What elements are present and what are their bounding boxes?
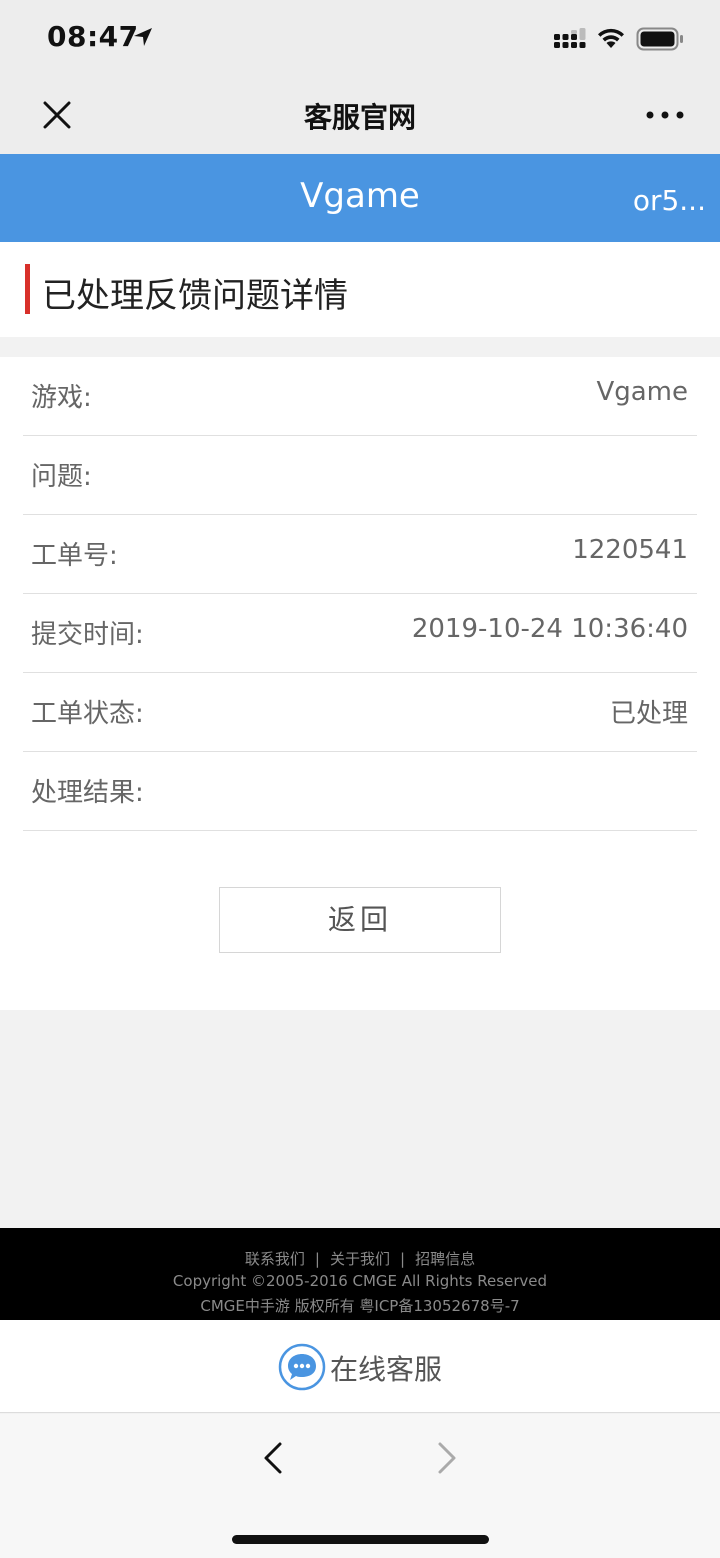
title-accent-bar (25, 264, 30, 314)
detail-row-ticket-status: 工单状态: 已处理 (23, 673, 697, 752)
cellular-signal-icon (554, 28, 586, 48)
header-user-id[interactable]: or5... (633, 184, 706, 217)
footer-link-jobs[interactable]: 招聘信息 (415, 1250, 475, 1268)
status-time: 08:47 (47, 20, 139, 53)
detail-value: 1220541 (572, 535, 688, 565)
footer-links: 联系我们 | 关于我们 | 招聘信息 (0, 1248, 720, 1269)
section-title-bar: 已处理反馈问题详情 (0, 242, 720, 337)
chevron-right-icon[interactable] (430, 1438, 462, 1478)
section-title: 已处理反馈问题详情 (42, 276, 348, 316)
wechat-page-title: 客服官网 (303, 101, 416, 134)
footer-separator: | (314, 1250, 320, 1268)
detail-row-issue: 问题: (23, 436, 697, 515)
wifi-icon (598, 28, 624, 48)
detail-row-game: 游戏: Vgame (23, 357, 697, 436)
footer: 联系我们 | 关于我们 | 招聘信息 Copyright ©2005-2016 CMGE… (0, 1228, 720, 1320)
detail-label: 处理结果: (31, 778, 144, 808)
wechat-nav-bar: 客服官网 (0, 78, 720, 154)
more-icon[interactable] (642, 100, 688, 130)
location-arrow-icon (134, 28, 152, 46)
footer-link-contact[interactable]: 联系我们 (245, 1250, 305, 1268)
browser-toolbar (0, 1414, 720, 1558)
status-bar: 08:47 (0, 0, 720, 78)
footer-separator: | (400, 1250, 406, 1268)
header-title: Vgame (300, 176, 420, 216)
detail-label: 游戏: (31, 383, 92, 413)
detail-row-result: 处理结果: (23, 752, 697, 831)
footer-copyright: Copyright ©2005-2016 CMGE All Rights Res… (172, 1272, 548, 1290)
page-header: Vgame or5... (0, 154, 720, 242)
online-service-label: 在线客服 (330, 1353, 443, 1386)
footer-icp: CMGE中手游 版权所有 粤ICP备13052678号-7 (200, 1297, 520, 1315)
detail-value: 已处理 (609, 699, 688, 729)
detail-label: 工单状态: (31, 699, 144, 729)
home-indicator (232, 1535, 489, 1544)
chat-bubble-icon (278, 1343, 326, 1391)
detail-label: 问题: (31, 462, 92, 492)
detail-panel: 游戏: Vgame 问题: 工单号: 1220541 提交时间: 2019-10… (0, 357, 720, 1010)
detail-label: 提交时间: (31, 620, 144, 650)
detail-value: 2019-10-24 10:36:40 (411, 614, 688, 644)
detail-row-ticket-number: 工单号: 1220541 (23, 515, 697, 594)
detail-row-submit-time: 提交时间: 2019-10-24 10:36:40 (23, 594, 697, 673)
detail-value: Vgame (596, 377, 688, 407)
footer-link-about[interactable]: 关于我们 (330, 1250, 390, 1268)
chevron-left-icon[interactable] (258, 1438, 290, 1478)
online-service-button[interactable]: 在线客服 (0, 1320, 720, 1413)
detail-label: 工单号: (31, 541, 118, 571)
battery-icon (636, 27, 683, 51)
back-button[interactable]: 返回 (219, 887, 501, 953)
